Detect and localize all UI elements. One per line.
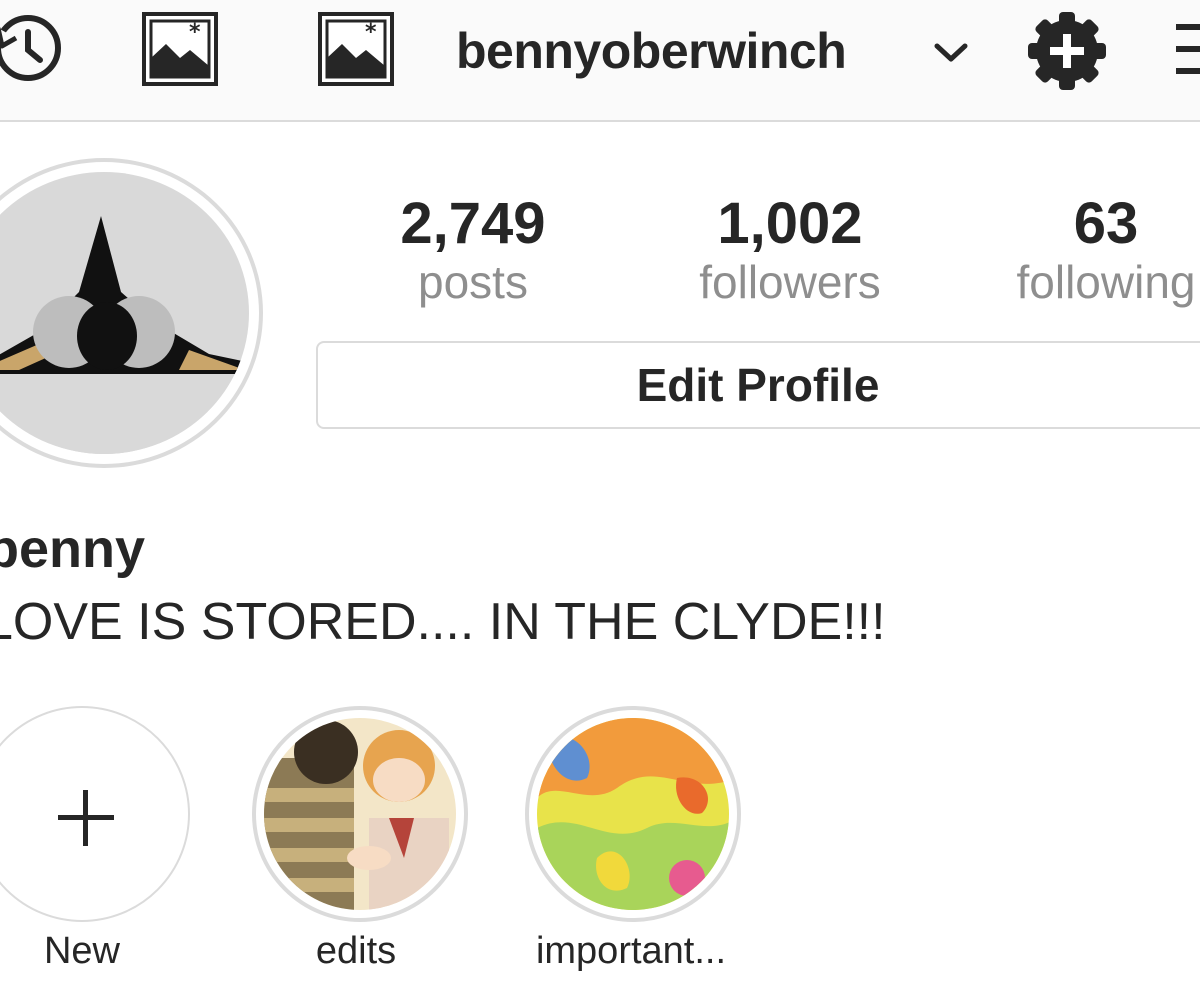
following-count: 63 [1073, 191, 1139, 256]
highlight-label-important: important... [535, 930, 727, 972]
svg-text:*: * [365, 20, 377, 45]
highlight-edits-cover [264, 718, 456, 910]
avatar-image [0, 172, 249, 454]
history-icon[interactable] [0, 10, 76, 94]
edit-profile-button[interactable]: Edit Profile [316, 341, 1200, 429]
highlight-label-new: New [43, 930, 121, 972]
chevron-down-icon[interactable] [934, 42, 968, 64]
highlight-important-cover [537, 718, 729, 910]
pixel-creature-icon [0, 216, 249, 454]
following-label: following [1016, 256, 1196, 308]
posts-label: posts [418, 256, 528, 308]
stat-followers[interactable]: 1,002 followers [660, 191, 920, 309]
display-name: benny [0, 519, 146, 579]
profile-avatar[interactable] [0, 158, 263, 468]
svg-text:*: * [189, 20, 201, 45]
photo-icon[interactable]: * [318, 12, 394, 86]
username-switcher[interactable]: bennyoberwinch [456, 22, 847, 80]
posts-count: 2,749 [400, 191, 546, 256]
highlight-important[interactable] [525, 706, 741, 922]
plus-icon [58, 790, 114, 846]
stat-following[interactable]: 63 following [976, 191, 1200, 309]
menu-icon[interactable] [1170, 18, 1200, 82]
highlight-edits[interactable] [252, 706, 468, 922]
stat-posts[interactable]: 2,749 posts [343, 191, 603, 309]
followers-count: 1,002 [717, 191, 863, 256]
followers-label: followers [699, 256, 881, 308]
bio-text: LOVE IS STORED.... IN THE CLYDE!!! [0, 593, 886, 651]
top-bar: * * bennyoberwinch [0, 0, 1200, 122]
new-highlight-button[interactable] [0, 706, 190, 922]
highlight-label-edits: edits [315, 930, 397, 972]
add-gear-icon[interactable] [1026, 10, 1108, 92]
photo-icon[interactable]: * [142, 12, 218, 86]
